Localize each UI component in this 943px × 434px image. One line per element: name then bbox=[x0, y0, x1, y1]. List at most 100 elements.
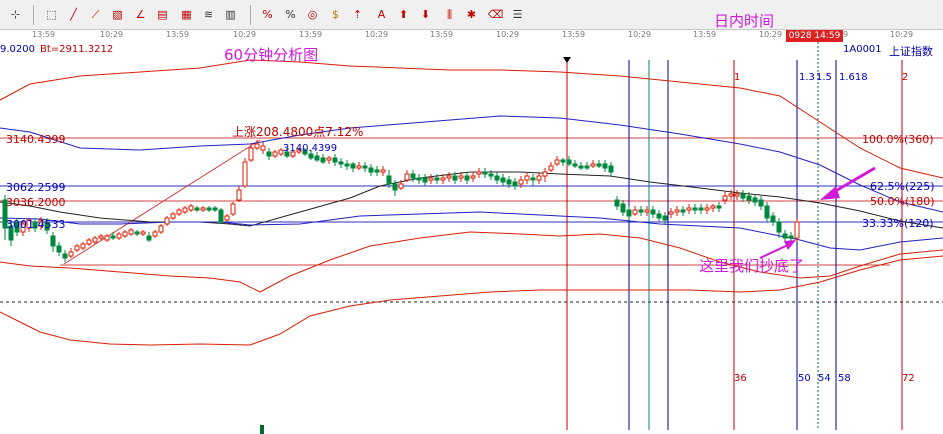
candle-body bbox=[524, 175, 530, 181]
annotation-arrowhead bbox=[820, 186, 840, 200]
candle-body bbox=[152, 231, 158, 237]
candle-body bbox=[182, 207, 188, 213]
candle-body bbox=[566, 159, 572, 165]
circle-icon[interactable]: ◎ bbox=[303, 5, 322, 24]
candle-body bbox=[728, 193, 734, 197]
candle-body bbox=[176, 209, 182, 215]
trendline-icon[interactable]: ╱ bbox=[64, 5, 83, 24]
candle-body bbox=[590, 163, 596, 167]
candle-body bbox=[374, 169, 380, 173]
settings-icon[interactable]: ☰ bbox=[508, 5, 527, 24]
candle-body bbox=[260, 145, 266, 151]
chart-title: 60分钟分析图 bbox=[224, 46, 319, 64]
rectangle-icon[interactable]: ▤ bbox=[153, 5, 172, 24]
candle-body bbox=[638, 209, 644, 213]
candle-body bbox=[662, 215, 668, 221]
rise-label: 上涨208.4800点7.12% bbox=[232, 125, 364, 139]
period-marker bbox=[563, 57, 571, 63]
time-axis-label: 13:59 bbox=[430, 30, 454, 39]
fibonacci-icon[interactable]: % bbox=[258, 5, 277, 24]
star-icon[interactable]: ✱ bbox=[462, 5, 481, 24]
candle-body bbox=[704, 207, 710, 211]
percent-icon[interactable]: % bbox=[281, 5, 300, 24]
grid-lines-icon[interactable]: ▦ bbox=[177, 5, 196, 24]
candle-body bbox=[74, 245, 80, 251]
angle-line-icon[interactable]: ∠ bbox=[131, 5, 150, 24]
dollar-icon[interactable]: $ bbox=[326, 5, 345, 24]
candle-body bbox=[380, 169, 386, 173]
time-axis-label: 10:29 bbox=[233, 30, 257, 39]
candle-body bbox=[794, 221, 800, 239]
fib-level-label: 33.33%(120) bbox=[862, 217, 934, 230]
candle-body bbox=[692, 207, 698, 211]
cycle-top-label: 1.5 bbox=[816, 72, 832, 83]
golden-section-icon[interactable]: ▥ bbox=[221, 5, 240, 24]
candle-body bbox=[752, 197, 758, 203]
candle-body bbox=[398, 183, 404, 189]
cycle-bottom-label: 50 bbox=[798, 373, 811, 384]
candle-body bbox=[452, 175, 458, 181]
candle-body bbox=[722, 195, 728, 201]
crosshair-icon[interactable]: ⊹ bbox=[6, 5, 25, 24]
cycle-bottom-label: 72 bbox=[902, 373, 915, 384]
candle-body bbox=[470, 175, 476, 179]
candle-body bbox=[50, 235, 56, 247]
candle-body bbox=[488, 173, 494, 177]
candle-body bbox=[446, 175, 452, 179]
toolbar-separator bbox=[33, 5, 34, 25]
parallel-lines-icon[interactable]: ▧ bbox=[108, 5, 127, 24]
cycle-top-label: 1.3 bbox=[799, 72, 815, 83]
line-select-icon[interactable]: ⬚ bbox=[42, 5, 61, 24]
toolbar-separator bbox=[250, 5, 251, 25]
candle-body bbox=[242, 161, 248, 187]
price-level-label: 3036.2000 bbox=[6, 196, 66, 209]
candle-body bbox=[326, 157, 332, 161]
bottom-note: 这里我们抄底了 bbox=[699, 257, 805, 275]
time-axis-label: 10:29 bbox=[496, 30, 520, 39]
candle-body bbox=[362, 165, 368, 169]
candle-body bbox=[506, 179, 512, 185]
candle-body bbox=[170, 213, 176, 219]
candle-body bbox=[740, 193, 746, 199]
candle-body bbox=[320, 157, 326, 163]
up-arrow-icon[interactable]: ⬆ bbox=[394, 5, 413, 24]
candle-body bbox=[188, 205, 194, 211]
time-axis-label: 10:29 bbox=[628, 30, 652, 39]
arc-icon[interactable]: ≋ bbox=[199, 5, 218, 24]
price-level-label: 3001.4533 bbox=[6, 218, 66, 231]
erase-icon[interactable]: ⌫ bbox=[486, 5, 505, 24]
candle-body bbox=[776, 221, 782, 233]
cycle-icon[interactable]: ⫼ bbox=[440, 5, 459, 24]
candle-body bbox=[512, 181, 518, 187]
price-level-label: 3062.2599 bbox=[6, 181, 66, 194]
candle-body bbox=[650, 209, 656, 215]
time-axis-label: 13:59 bbox=[693, 30, 717, 39]
time-axis-label: 10:29 bbox=[759, 30, 783, 39]
cycle-bottom-label: 58 bbox=[838, 373, 851, 384]
candle-body bbox=[128, 229, 134, 235]
candle-body bbox=[614, 199, 620, 207]
candle-body bbox=[86, 239, 92, 245]
time-axis-label: 13:59 bbox=[166, 30, 190, 39]
candle-body bbox=[674, 209, 680, 213]
candle-body bbox=[596, 163, 602, 167]
time-axis-label: 10:29 bbox=[365, 30, 389, 39]
candle-body bbox=[272, 151, 278, 157]
candle-body bbox=[146, 235, 152, 241]
candle-body bbox=[698, 207, 704, 211]
time-axis-label: 13:59 bbox=[32, 30, 56, 39]
fan-lines-icon[interactable]: ⟋ bbox=[86, 5, 105, 24]
candle-body bbox=[458, 175, 464, 179]
candle-body bbox=[668, 211, 674, 215]
candle-body bbox=[158, 225, 164, 233]
candle-body bbox=[368, 167, 374, 173]
arrow-tool-icon[interactable]: ⇡ bbox=[348, 5, 367, 24]
middle-band-blue bbox=[0, 115, 943, 213]
peak-value-label: 3140.4399 bbox=[283, 143, 338, 154]
text-label-icon[interactable]: A bbox=[372, 5, 391, 24]
down-arrow-icon[interactable]: ⬇ bbox=[416, 5, 435, 24]
candle-body bbox=[344, 163, 350, 167]
candle-body bbox=[56, 245, 62, 253]
candle-body bbox=[788, 235, 794, 239]
candle-body bbox=[332, 157, 338, 163]
